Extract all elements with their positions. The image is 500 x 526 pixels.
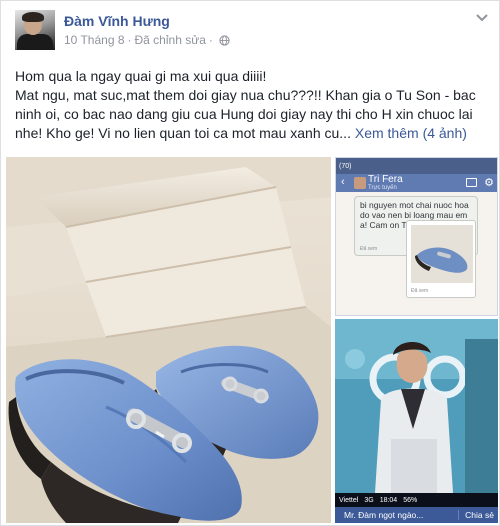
chat-title-bar: Mr. Đàm ngọt ngào... Chia sẻ — [335, 507, 498, 523]
status-left: (70) — [339, 162, 352, 170]
photo-count[interactable]: (4 ảnh) — [423, 125, 467, 141]
carrier: Viettel — [339, 496, 359, 504]
shoes-photo-illustration — [6, 157, 331, 523]
contact-status: Trực tuyến — [368, 185, 397, 191]
phone-status-bar-2: Viettel 3G 18:04 56% — [335, 493, 498, 507]
gear-icon: ⚙ — [484, 177, 494, 189]
main-photo[interactable] — [6, 157, 331, 523]
photo-thumbnail-chat[interactable]: (70) ‹ Tri Fera Trực tuyến ⚙ bi nguyen m… — [335, 157, 498, 316]
share-label: Chia sẻ — [458, 510, 498, 520]
post-line-2: Mat ngu, mat suc,mat them doi giay nua c… — [15, 87, 476, 103]
post-line-1: Hom qua la ngay quai gi ma xui qua diiii… — [15, 68, 267, 84]
post-line-3: ninh oi, co bac nao dang giu cua Hung do… — [15, 106, 473, 122]
network: 3G — [364, 496, 374, 504]
avatar-suit — [17, 34, 53, 50]
battery-level: 56% — [403, 496, 418, 504]
chat-image-time: Đã xem — [411, 288, 429, 294]
edited-label[interactable]: Đã chỉnh sửa — [135, 33, 206, 47]
chevron-down-icon[interactable] — [475, 13, 489, 23]
meta-separator: · — [127, 33, 132, 47]
chat-header: ‹ Tri Fera Trực tuyến ⚙ — [336, 174, 497, 192]
chat-shoe-illustration — [411, 225, 473, 283]
meta-separator-2: · — [208, 33, 213, 47]
post-line-4: nhe! Kho ge! Vi no lien quan toi ca mot … — [15, 124, 493, 143]
globe-icon[interactable] — [219, 34, 230, 46]
avatar-hair — [22, 12, 44, 22]
phone-status-bar: (70) — [336, 158, 497, 174]
post-line-4-text: nhe! Kho ge! Vi no lien quan toi ca mot … — [15, 125, 351, 141]
status-time: 18:04 — [379, 496, 398, 504]
chat-title: Mr. Đàm ngọt ngào... — [344, 510, 424, 520]
video-call-icon — [466, 178, 477, 187]
photo-thumbnail-person[interactable]: Viettel 3G 18:04 56% Mr. Đàm ngọt ngào..… — [335, 319, 498, 523]
chat-message-time: Đã xem — [360, 246, 378, 252]
chat-shoe-image — [411, 225, 473, 283]
post-text: Hom qua la ngay quai gi ma xui qua diiii… — [15, 67, 493, 143]
post-date[interactable]: 10 Tháng 8 — [64, 33, 125, 47]
chat-image-bubble: Đã xem — [406, 220, 476, 298]
avatar[interactable] — [15, 10, 55, 50]
see-more-link[interactable]: Xem thêm — [355, 125, 419, 141]
contact-avatar — [354, 177, 366, 189]
contact-name: Tri Fera — [368, 174, 403, 185]
person-photo-illustration — [335, 319, 498, 493]
post-meta: 10 Tháng 8 · Đã chỉnh sửa · — [64, 33, 230, 47]
back-arrow-icon: ‹ — [341, 176, 345, 188]
author-name[interactable]: Đàm Vĩnh Hưng — [64, 13, 170, 29]
facebook-post: Đàm Vĩnh Hưng 10 Tháng 8 · Đã chỉnh sửa … — [0, 0, 500, 526]
